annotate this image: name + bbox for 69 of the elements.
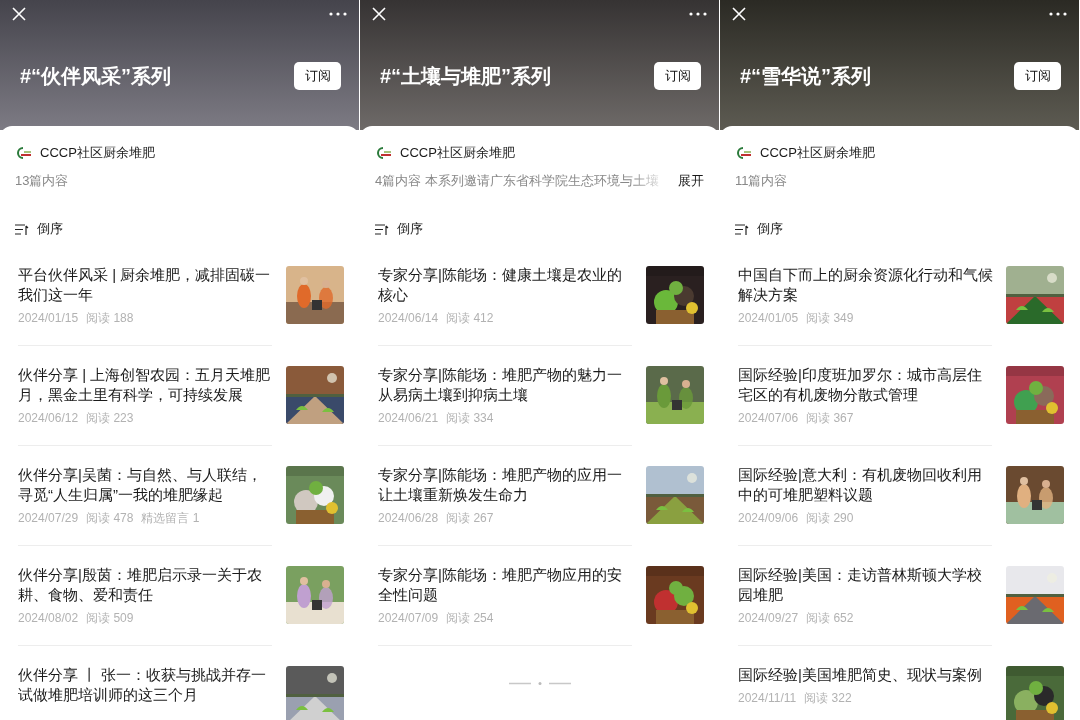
article-count: 11篇内容 <box>735 172 788 190</box>
article-date: 2024/01/05 <box>738 310 799 326</box>
article-title[interactable]: 伙伴分享|吴菌：与自然、与人联结，寻觅“人生归属”一我的堆肥缘起 <box>18 465 274 505</box>
sort-toggle[interactable]: 倒序 <box>757 220 783 238</box>
read-count: 阅读 652 <box>806 610 854 626</box>
article-title[interactable]: 专家分享|陈能场：堆肥产物的魅力一从易病土壤到抑病土壤 <box>378 365 634 405</box>
article-date: 2024/07/06 <box>738 410 799 426</box>
series-title: #“雪华说”系列 <box>740 63 872 89</box>
sort-icon[interactable] <box>375 223 389 235</box>
read-count: 阅读 322 <box>804 690 852 706</box>
close-icon[interactable] <box>732 7 746 21</box>
article-title[interactable]: 国际经验|意大利：有机废物回收利用中的可堆肥塑料议题 <box>738 465 994 505</box>
read-count: 阅读 349 <box>806 310 854 326</box>
subscribe-button[interactable]: 订阅 <box>1014 62 1061 90</box>
article-title[interactable]: 伙伴分享|殷茵：堆肥启示录一关于农耕、食物、爱和责任 <box>18 565 274 605</box>
article-date: 2024/06/21 <box>378 410 439 426</box>
account-name[interactable]: CCCP社区厨余堆肥 <box>40 144 155 162</box>
subscribe-button[interactable]: 订阅 <box>294 62 341 90</box>
article-count: 4篇内容 <box>375 172 422 190</box>
article-date: 2024/09/27 <box>738 610 799 626</box>
article-title[interactable]: 国际经验|美国堆肥简史、现状与案例 <box>738 665 994 685</box>
read-count: 阅读 412 <box>446 310 494 326</box>
read-count: 阅读 334 <box>446 410 494 426</box>
article-date: 2024/08/02 <box>18 610 79 626</box>
article-title[interactable]: 专家分享|陈能场：堆肥产物的应用一让土壤重新焕发生命力 <box>378 465 634 505</box>
more-icon[interactable] <box>689 12 707 16</box>
close-icon[interactable] <box>372 7 386 21</box>
article-date: 2024/06/12 <box>18 410 79 426</box>
article-date: 2024/06/28 <box>378 510 439 526</box>
article-date: 2024/11/11 <box>738 690 797 706</box>
logo-icon[interactable] <box>15 147 32 159</box>
read-count: 阅读 290 <box>806 510 854 526</box>
article-date: 2024/09/06 <box>738 510 799 526</box>
read-count: 阅读 478 <box>86 510 134 526</box>
series-title: #“土壤与堆肥”系列 <box>380 63 552 89</box>
series-title: #“伙伴风采”系列 <box>20 63 172 89</box>
article-title[interactable]: 中国自下而上的厨余资源化行动和气候解决方案 <box>738 265 994 305</box>
article-title[interactable]: 伙伴分享 | 上海创智农园：五月天堆肥月，黑金土里有科学，可持续发展 <box>18 365 274 405</box>
close-icon[interactable] <box>12 7 26 21</box>
more-icon[interactable] <box>329 12 347 16</box>
read-count: 阅读 267 <box>446 510 494 526</box>
read-count: 阅读 509 <box>86 610 134 626</box>
sort-icon[interactable] <box>735 223 749 235</box>
sort-icon[interactable] <box>15 223 29 235</box>
comment-count: 精选留言 1 <box>141 510 200 526</box>
article-date: 2024/07/09 <box>378 610 439 626</box>
logo-icon[interactable] <box>375 147 392 159</box>
logo-icon[interactable] <box>735 147 752 159</box>
sort-toggle[interactable]: 倒序 <box>397 220 423 238</box>
read-count: 阅读 188 <box>86 310 134 326</box>
article-title[interactable]: 国际经验|美国：走访普林斯顿大学校园堆肥 <box>738 565 994 605</box>
article-title[interactable]: 伙伴分享 丨 张一：收获与挑战并存一试做堆肥培训师的这三个月 <box>18 665 274 705</box>
read-count: 阅读 254 <box>446 610 494 626</box>
article-title[interactable]: 平台伙伴风采 | 厨余堆肥，减排固碳一我们这一年 <box>18 265 274 305</box>
sort-toggle[interactable]: 倒序 <box>37 220 63 238</box>
article-count: 13篇内容 <box>15 172 69 190</box>
article-date: 2024/06/14 <box>378 310 439 326</box>
article-title[interactable]: 国际经验|印度班加罗尔：城市高层住宅区的有机废物分散式管理 <box>738 365 994 405</box>
read-count: 阅读 367 <box>806 410 854 426</box>
article-title[interactable]: 专家分享|陈能场：堆肥产物应用的安全性问题 <box>378 565 634 605</box>
account-name[interactable]: CCCP社区厨余堆肥 <box>400 144 515 162</box>
article-title[interactable]: 专家分享|陈能场：健康土壤是农业的核心 <box>378 265 634 305</box>
expand-link[interactable]: 展开 <box>678 172 704 190</box>
read-count: 阅读 223 <box>86 410 134 426</box>
subscribe-button[interactable]: 订阅 <box>654 62 701 90</box>
article-date: 2024/07/29 <box>18 510 79 526</box>
account-name[interactable]: CCCP社区厨余堆肥 <box>760 144 875 162</box>
more-icon[interactable] <box>1049 12 1067 16</box>
article-date: 2024/01/15 <box>18 310 79 326</box>
